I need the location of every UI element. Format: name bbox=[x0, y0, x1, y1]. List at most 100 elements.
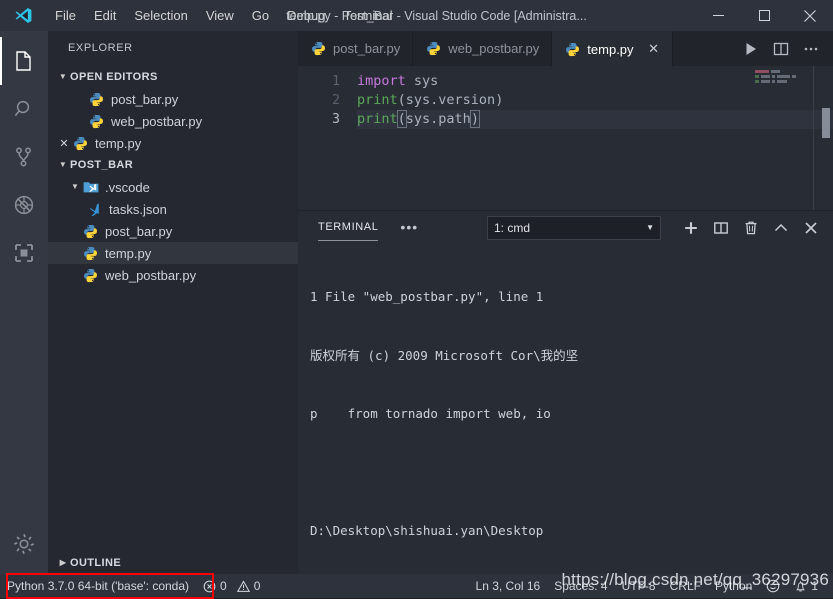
menu-edit[interactable]: Edit bbox=[85, 0, 125, 31]
chevron-up-icon bbox=[774, 223, 788, 231]
kill-terminal-button[interactable] bbox=[737, 214, 765, 242]
section-post-bar-label: POST_BAR bbox=[70, 159, 134, 171]
workbench-body: EXPLORER ▼ OPEN EDITORS post_bar.py web_… bbox=[0, 31, 833, 574]
new-terminal-button[interactable] bbox=[677, 214, 705, 242]
section-open-editors-label: OPEN EDITORS bbox=[70, 71, 158, 83]
code-line-text: print(sys.path) bbox=[357, 110, 833, 129]
section-post-bar[interactable]: ▼ POST_BAR bbox=[48, 154, 298, 176]
tab-temp-py[interactable]: temp.py ✕ bbox=[552, 31, 673, 66]
tree-item-post-bar-py[interactable]: post_bar.py bbox=[48, 220, 298, 242]
manage-settings-button[interactable] bbox=[0, 520, 48, 574]
files-icon bbox=[16, 51, 31, 71]
tree-item-temp-py[interactable]: temp.py bbox=[48, 242, 298, 264]
maximize-button[interactable] bbox=[741, 0, 787, 31]
open-editor-temp[interactable]: ✕ temp.py bbox=[48, 132, 298, 154]
status-editor-encoding[interactable]: UTF-8 bbox=[615, 574, 663, 598]
terminal-line: p from tornado import web, io bbox=[310, 406, 551, 421]
tree-item-vscode-folder[interactable]: ▼ .vscode bbox=[48, 176, 298, 198]
play-icon bbox=[746, 42, 756, 55]
status-bar-left: Python 3.7.0 64-bit ('base': conda) 0 0 bbox=[0, 574, 267, 598]
tab-label: post_bar.py bbox=[333, 41, 401, 56]
section-outline[interactable]: ▶ OUTLINE bbox=[48, 552, 298, 574]
status-notifications[interactable]: 1 bbox=[787, 574, 825, 598]
title-bar: File Edit Selection View Go Debug Termin… bbox=[0, 0, 833, 31]
tab-close-icon[interactable]: ✕ bbox=[648, 41, 660, 57]
more-actions-button[interactable] bbox=[797, 35, 825, 63]
status-send-feedback[interactable] bbox=[759, 574, 787, 598]
status-notification-count: 1 bbox=[811, 579, 818, 593]
tree-item-web-postbar-py[interactable]: web_postbar.py bbox=[48, 264, 298, 286]
python-icon bbox=[564, 41, 581, 57]
python-icon bbox=[82, 223, 99, 239]
window-controls bbox=[695, 0, 833, 31]
menu-go[interactable]: Go bbox=[243, 0, 278, 31]
menu-debug[interactable]: Debug bbox=[278, 0, 334, 31]
sidebar-title: EXPLORER bbox=[68, 42, 133, 54]
chevron-down-icon: ▼ bbox=[58, 72, 68, 81]
menu-selection[interactable]: Selection bbox=[125, 0, 196, 31]
run-python-file-button[interactable] bbox=[737, 35, 765, 63]
split-editor-button[interactable] bbox=[767, 35, 795, 63]
status-editor-eol[interactable]: CRLF bbox=[663, 574, 708, 598]
status-editor-position[interactable]: Ln 3, Col 16 bbox=[469, 574, 548, 598]
editor-scrollbar-thumb[interactable] bbox=[822, 108, 830, 138]
code-content[interactable]: 1 import sys 2 print(sys.version) 3 prin… bbox=[298, 66, 833, 129]
terminal-line: D:\Desktop\shishuai.yan\Desktop bbox=[310, 523, 544, 538]
sidebar-item-extensions[interactable] bbox=[0, 229, 48, 277]
code-line-1: 1 import sys bbox=[298, 72, 833, 91]
tab-label: web_postbar.py bbox=[448, 41, 540, 56]
menu-selection-label: Selection bbox=[134, 8, 188, 23]
search-icon bbox=[14, 100, 30, 117]
python-icon bbox=[72, 135, 89, 151]
panel-more-button[interactable]: ••• bbox=[400, 211, 418, 244]
status-error-count: 0 bbox=[220, 579, 227, 593]
open-editor-post-bar[interactable]: post_bar.py bbox=[48, 88, 298, 110]
status-warning-count: 0 bbox=[253, 579, 261, 593]
status-problems[interactable]: 0 0 bbox=[196, 574, 267, 598]
status-python-interpreter[interactable]: Python 3.7.0 64-bit ('base': conda) bbox=[0, 574, 196, 598]
tab-terminal[interactable]: TERMINAL bbox=[318, 211, 379, 244]
terminal-selector[interactable]: 1: cmd ▼ bbox=[487, 215, 661, 240]
menu-bar[interactable]: File Edit Selection View Go Debug Termin… bbox=[46, 0, 402, 31]
panel-action-buttons: 1: cmd ▼ bbox=[487, 214, 833, 242]
panel-header: TERMINAL ••• 1: cmd ▼ bbox=[298, 211, 833, 244]
terminal-output[interactable]: 1 File "web_postbar.py", line 1 版权所有 (c)… bbox=[298, 244, 833, 574]
status-editor-language[interactable]: Python bbox=[708, 574, 759, 598]
tree-item-label: temp.py bbox=[105, 245, 152, 261]
status-editor-indentation[interactable]: Spaces: 4 bbox=[547, 574, 614, 598]
tab-web-postbar-py[interactable]: web_postbar.py bbox=[413, 31, 553, 66]
editor-vertical-scrollbar[interactable] bbox=[819, 66, 833, 210]
sidebar-item-source-control[interactable] bbox=[0, 133, 48, 181]
python-icon bbox=[82, 267, 99, 283]
tab-label: temp.py bbox=[587, 41, 634, 57]
section-open-editors[interactable]: ▼ OPEN EDITORS bbox=[48, 66, 298, 88]
sidebar-item-search[interactable] bbox=[0, 85, 48, 133]
vscode-file-icon bbox=[86, 201, 103, 217]
minimize-button[interactable] bbox=[695, 0, 741, 31]
sidebar-item-debug[interactable] bbox=[0, 181, 48, 229]
close-panel-button[interactable] bbox=[797, 214, 825, 242]
close-icon bbox=[805, 221, 817, 234]
tab-post-bar-py[interactable]: post_bar.py bbox=[298, 31, 414, 66]
sidebar-item-explorer[interactable] bbox=[0, 37, 48, 85]
open-editor-label: temp.py bbox=[95, 135, 142, 151]
activity-bar bbox=[0, 31, 48, 574]
menu-file[interactable]: File bbox=[46, 0, 85, 31]
python-icon bbox=[82, 245, 99, 261]
maximize-panel-button[interactable] bbox=[767, 214, 795, 242]
tab-terminal-label: TERMINAL bbox=[318, 221, 379, 233]
minimap[interactable] bbox=[755, 70, 807, 90]
open-editor-web-postbar[interactable]: web_postbar.py bbox=[48, 110, 298, 132]
code-editor[interactable]: 1 import sys 2 print(sys.version) 3 prin… bbox=[298, 66, 833, 210]
line-number: 2 bbox=[332, 93, 340, 108]
close-icon[interactable]: ✕ bbox=[56, 137, 72, 150]
menu-view[interactable]: View bbox=[197, 0, 243, 31]
chevron-down-icon[interactable]: ▼ bbox=[68, 183, 82, 191]
close-button[interactable] bbox=[787, 0, 833, 31]
menu-go-label: Go bbox=[251, 8, 270, 23]
split-terminal-button[interactable] bbox=[707, 214, 735, 242]
tree-item-tasks-json[interactable]: tasks.json bbox=[48, 198, 298, 220]
menu-terminal[interactable]: Terminal bbox=[334, 0, 401, 31]
editor-action-buttons bbox=[737, 31, 833, 66]
error-icon bbox=[203, 580, 216, 593]
